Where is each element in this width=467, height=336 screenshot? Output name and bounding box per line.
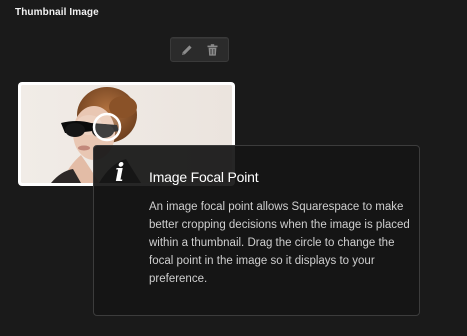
pencil-icon[interactable] <box>180 43 194 57</box>
tooltip-body: An image focal point allows Squarespace … <box>149 201 410 285</box>
image-toolbar <box>170 37 229 62</box>
focal-point-tooltip: i Image Focal Point An image focal point… <box>93 145 420 316</box>
section-title: Thumbnail Image <box>15 7 99 18</box>
tooltip-title: Image Focal Point <box>149 169 259 185</box>
info-icon: i <box>115 158 125 187</box>
trash-icon[interactable] <box>206 43 220 57</box>
